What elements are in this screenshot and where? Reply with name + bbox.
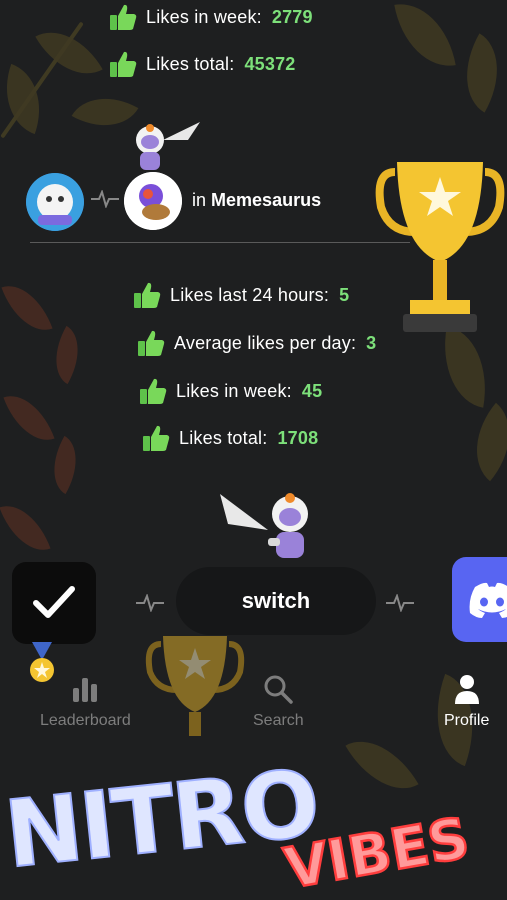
- stat-value: 1708: [277, 427, 319, 448]
- switch-label: switch: [241, 588, 311, 613]
- confirm-button[interactable]: [12, 562, 96, 644]
- server-prefix: in: [192, 190, 207, 210]
- server-name[interactable]: Memesaurus: [211, 190, 321, 210]
- trophy-icon: [375, 162, 505, 332]
- discord-logo-icon: [469, 582, 507, 618]
- stat-value: 45372: [244, 53, 296, 74]
- bar-chart-icon: [73, 678, 98, 702]
- stat-label: Likes last 24 hours:: [170, 284, 330, 305]
- nitro-vibes-overlay: NITRO VIBES: [0, 749, 475, 900]
- thumbs-up-icon: [138, 330, 165, 356]
- divider: [30, 242, 410, 243]
- thumbs-up-icon: [134, 282, 161, 308]
- pulse-icon: [136, 594, 164, 612]
- search-icon: [264, 675, 294, 704]
- thumbs-up-icon: [140, 378, 167, 404]
- pulse-icon: [91, 190, 119, 208]
- stat-label: Likes total:: [146, 53, 235, 74]
- astronaut-mascot-icon: [136, 122, 200, 170]
- switch-button[interactable]: switch: [176, 567, 376, 635]
- pulse-icon: [386, 594, 414, 612]
- person-icon: [454, 675, 479, 704]
- stat-row-top-total: Likes total: 45372: [108, 49, 296, 79]
- astronaut-mascot-icon: [220, 493, 308, 558]
- discord-button[interactable]: [452, 557, 507, 642]
- server-avatar[interactable]: [124, 172, 182, 230]
- overlay-word-nitro: NITRO: [0, 750, 323, 889]
- stat-value: 5: [339, 284, 350, 305]
- server-line: in Memesaurus: [192, 190, 321, 211]
- stat-label: Likes total:: [179, 427, 268, 448]
- thumbs-up-icon: [110, 4, 137, 30]
- stat-label: Likes in week:: [176, 380, 292, 401]
- stat-row-24h: Likes last 24 hours: 5: [132, 280, 349, 310]
- checkmark-icon: [33, 586, 75, 618]
- stat-row-average: Average likes per day: 3: [136, 328, 376, 358]
- stat-label: Average likes per day:: [174, 332, 357, 353]
- user-avatar[interactable]: [26, 173, 84, 231]
- stat-row-total: Likes total: 1708: [141, 423, 318, 453]
- stat-value: 3: [366, 332, 377, 353]
- stat-value: 2779: [271, 6, 313, 27]
- stat-value: 45: [301, 380, 323, 401]
- thumbs-up-icon: [110, 51, 137, 77]
- stat-row-top-week: Likes in week: 2779: [108, 2, 313, 32]
- stat-label: Likes in week:: [146, 6, 262, 27]
- stat-row-week: Likes in week: 45: [138, 376, 322, 406]
- thumbs-up-icon: [143, 425, 170, 451]
